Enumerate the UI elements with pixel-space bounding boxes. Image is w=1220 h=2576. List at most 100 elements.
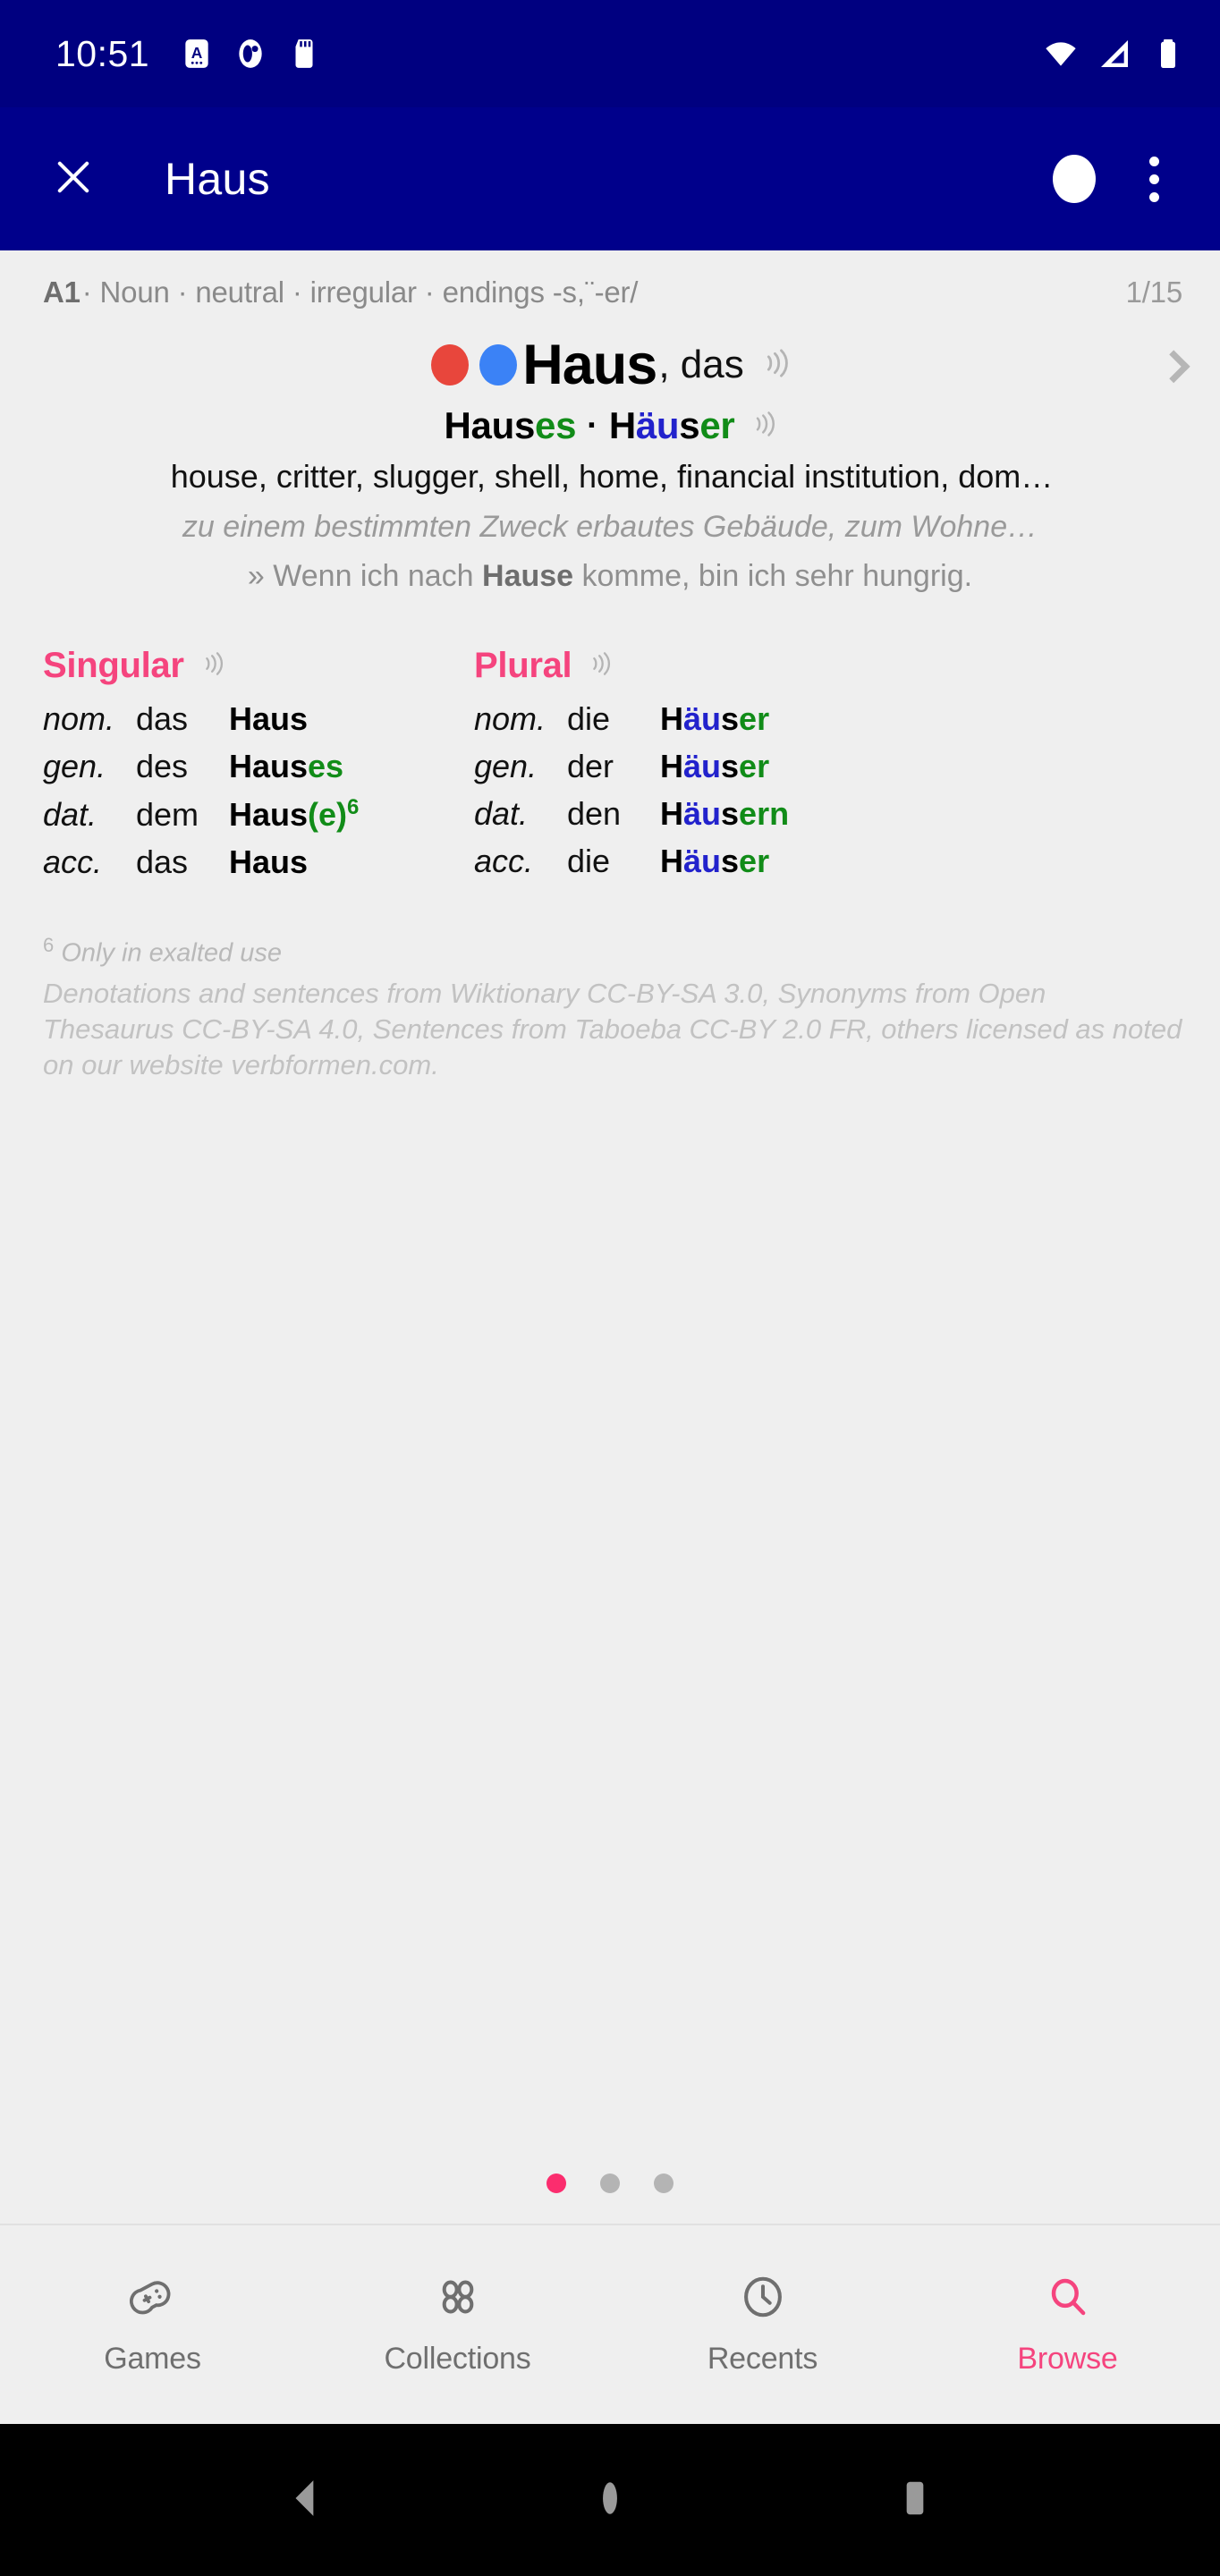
speaker-icon[interactable] [749, 411, 775, 442]
search-icon [1044, 2273, 1092, 2326]
footnote-text: Only in exalted use [61, 938, 282, 968]
translations-line[interactable]: house, critter, slugger, shell, home, fi… [0, 458, 1220, 496]
nav-item-recents[interactable]: Recents [610, 2273, 915, 2377]
battery-icon [1161, 39, 1175, 68]
speaker-icon[interactable] [199, 651, 224, 681]
app-bar-actions [1053, 151, 1184, 208]
table-row[interactable]: gen. der Häuser [474, 748, 789, 785]
case-label: nom. [43, 700, 115, 737]
page-dot-2[interactable] [600, 2174, 620, 2193]
grid-circles-icon [434, 2273, 482, 2326]
word-form: Häuser [660, 700, 770, 737]
word-form: Hauses [229, 748, 344, 784]
footnote-marker: 6 [43, 934, 55, 956]
article: den [567, 795, 622, 832]
record-circle-icon[interactable] [1053, 155, 1096, 203]
overflow-menu-icon[interactable] [1137, 151, 1172, 208]
do-not-disturb-icon [239, 39, 262, 68]
table-row[interactable]: acc. das Haus [43, 843, 474, 881]
phone-screen: 10:51 A Haus A1 · Noun · neutral · irreg… [0, 0, 1220, 2576]
level-badge: A1 [43, 275, 80, 309]
gender-marker-blue-icon [479, 344, 518, 386]
table-row[interactable]: dat. den Häusern [474, 795, 789, 833]
table-row[interactable]: nom. das Haus [43, 700, 474, 738]
speaker-icon[interactable] [758, 348, 789, 383]
case-label: acc. [43, 843, 103, 880]
forms-separator: · [587, 406, 598, 445]
page-dot-1[interactable] [546, 2174, 566, 2193]
headword-article: , das [658, 343, 744, 386]
case-label: gen. [474, 748, 538, 784]
example-sentence: » Wenn ich nach Hause komme, bin ich seh… [247, 559, 973, 593]
plural-title: Plural [474, 646, 572, 685]
app-bar: Haus [0, 107, 1220, 250]
word-form: Haus(e)6 [229, 795, 360, 833]
wifi-icon [1046, 42, 1076, 66]
table-row[interactable]: nom. die Häuser [474, 700, 789, 738]
case-label: dat. [474, 795, 529, 832]
status-time: 10:51 [55, 32, 150, 74]
plural-header: Plural [474, 646, 789, 686]
case-label: acc. [474, 843, 534, 879]
declension-column-plural: Plural nom. die Häuser gen. der Häuser d… [474, 646, 789, 881]
chevron-right-icon[interactable] [1156, 350, 1190, 384]
entry-meta: A1 · Noun · neutral · irregular · ending… [0, 250, 1220, 309]
sd-card-icon [295, 39, 313, 68]
headword-row[interactable]: Haus , das [0, 333, 1220, 397]
word-form: Häuser [660, 748, 770, 784]
entry-content: A1 · Noun · neutral · irregular · ending… [0, 250, 1220, 2224]
table-row[interactable]: acc. die Häuser [474, 843, 789, 880]
svg-text:A: A [191, 44, 203, 62]
singular-header: Singular [43, 646, 474, 686]
nav-item-browse[interactable]: Browse [915, 2273, 1220, 2377]
plural-form: Häuser [608, 404, 735, 446]
nav-label-recents: Recents [707, 2342, 818, 2376]
status-system-icons [1043, 36, 1186, 72]
table-row[interactable]: gen. des Hauses [43, 748, 474, 785]
declension-table: Singular nom. das Haus gen. des Hauses d… [0, 646, 1220, 881]
word-form: Haus [229, 700, 309, 737]
table-row[interactable]: dat. dem Haus(e)6 [43, 795, 474, 834]
word-form: Häusern [660, 795, 790, 832]
definition-line[interactable]: zu einem bestimmten Zweck erbautes Gebäu… [0, 510, 1220, 545]
article: das [136, 700, 189, 737]
bottom-navigation: Games Collections Recents Browse [0, 2224, 1220, 2424]
meta-details: · Noun · neutral · irregular · endings -… [81, 275, 639, 309]
page-indicator [0, 2174, 1220, 2193]
gamepad-icon [129, 2273, 177, 2326]
alarm-icon: A [185, 39, 208, 68]
word-form: Haus [229, 843, 309, 880]
footnote-line: 6 Only in exalted use [43, 933, 1182, 970]
principal-forms-row[interactable]: Hauses · Häuser [0, 404, 1220, 447]
gender-marker-red-icon [431, 344, 470, 386]
article: die [567, 700, 611, 737]
license-text: Denotations and sentences from Wiktionar… [43, 977, 1182, 1081]
singular-title: Singular [43, 646, 184, 685]
article: die [567, 843, 611, 879]
nav-item-collections[interactable]: Collections [305, 2273, 610, 2377]
article: der [567, 748, 614, 784]
nav-label-browse: Browse [1017, 2342, 1118, 2376]
article: des [136, 748, 189, 784]
circle-home-icon[interactable] [585, 2473, 635, 2528]
footnote-marker: 6 [347, 795, 360, 819]
case-label: gen. [43, 748, 106, 784]
genitive-form: Hauses [444, 404, 577, 446]
nav-item-games[interactable]: Games [0, 2273, 305, 2377]
cellular-signal-icon [1101, 40, 1128, 67]
nav-label-collections: Collections [384, 2342, 531, 2376]
status-notification-icons: A [180, 37, 321, 71]
page-title: Haus [165, 154, 270, 204]
triangle-back-icon[interactable] [280, 2473, 330, 2528]
footnotes-block: 6 Only in exalted use Denotations and se… [0, 933, 1220, 1084]
word-form: Häuser [660, 843, 770, 879]
speaker-icon[interactable] [586, 651, 611, 681]
article: das [136, 843, 189, 880]
headword: Haus [522, 334, 657, 396]
page-dot-3[interactable] [654, 2174, 674, 2193]
close-icon[interactable] [50, 154, 97, 205]
nav-label-games: Games [104, 2342, 201, 2376]
square-recents-icon[interactable] [890, 2473, 940, 2528]
declension-column-singular: Singular nom. das Haus gen. des Hauses d… [43, 646, 474, 881]
case-label: nom. [474, 700, 546, 737]
